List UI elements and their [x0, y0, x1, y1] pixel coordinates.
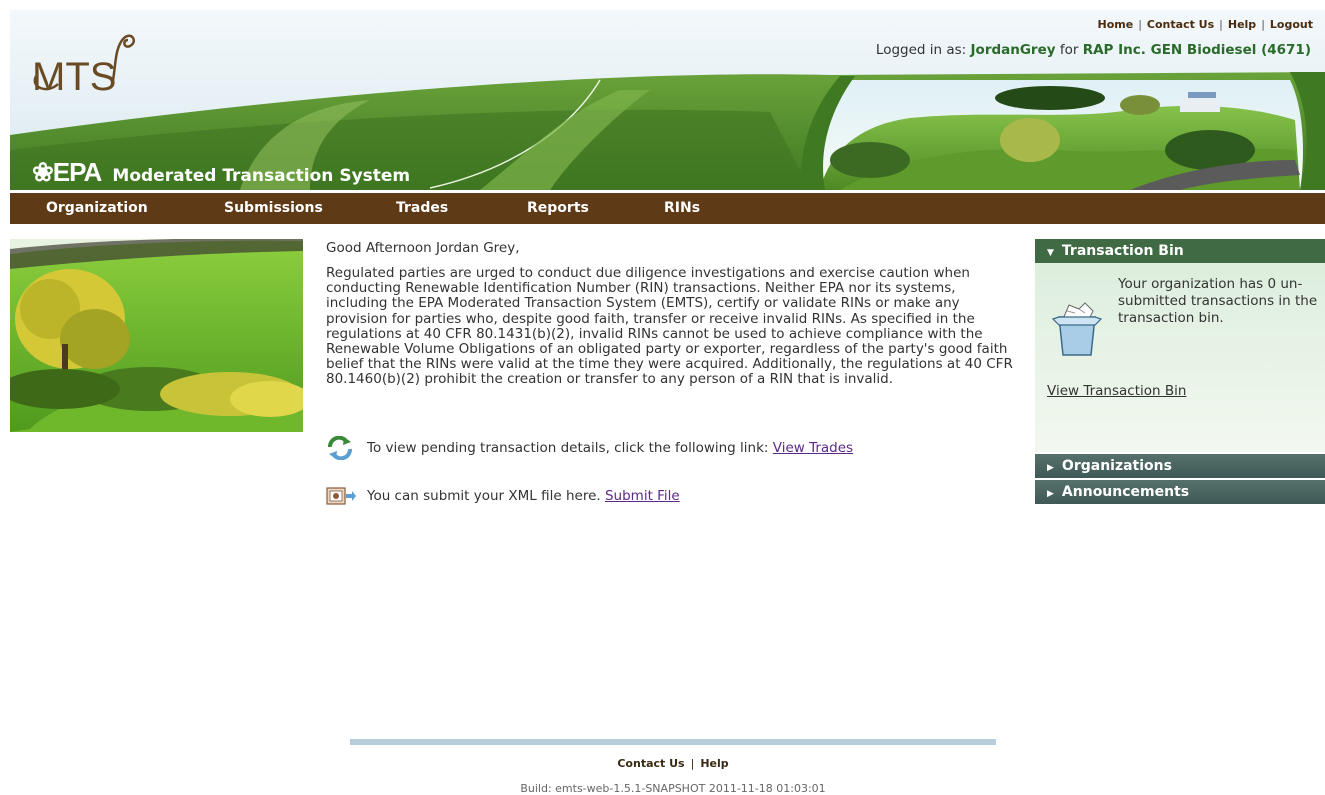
header-banner: MTS Home | Contact Us | Help | Logout Logged i…	[10, 10, 1325, 190]
mts-logo[interactable]: MTS	[28, 28, 138, 102]
organizations-header[interactable]: ▶ Organizations	[1035, 452, 1325, 478]
view-trades-link[interactable]: View Trades	[773, 440, 853, 456]
footer-contact-us-link[interactable]: Contact Us	[617, 757, 684, 770]
main-content: Good Afternoon Jordan Grey, Regulated pa…	[326, 240, 1016, 505]
view-trades-text: To view pending transaction details, cli…	[367, 440, 769, 456]
transaction-bin-message: Your organization has 0 un-submitted tra…	[1118, 276, 1318, 326]
epa-logo: ❀EPA	[32, 157, 102, 187]
separator: |	[1138, 18, 1142, 31]
view-trades-row: To view pending transaction details, cli…	[326, 436, 853, 460]
mts-logo-icon: MTS	[32, 34, 135, 99]
username: JordanGrey	[970, 42, 1056, 58]
system-name: Moderated Transaction System	[112, 166, 411, 186]
epa-system-title: ❀EPA Moderated Transaction System	[32, 157, 410, 188]
nav-reports[interactable]: Reports	[527, 193, 589, 224]
transaction-bin-title: Transaction Bin	[1061, 243, 1184, 259]
separator: |	[1261, 18, 1265, 31]
contact-us-link[interactable]: Contact Us	[1147, 18, 1214, 31]
transaction-bin-panel: Your organization has 0 un-submitted tra…	[1035, 263, 1325, 452]
triangle-down-icon: ▼	[1047, 248, 1054, 258]
refresh-icon	[326, 436, 356, 460]
bin-box-icon	[1049, 301, 1105, 363]
footer-help-link[interactable]: Help	[700, 757, 728, 770]
nav-trades[interactable]: Trades	[396, 193, 448, 224]
svg-text:MTS: MTS	[32, 55, 116, 98]
main-nav: Organization Submissions Trades Reports …	[10, 193, 1325, 224]
greeting: Good Afternoon Jordan Grey,	[326, 240, 520, 256]
for-label: for	[1059, 42, 1079, 58]
separator: |	[690, 757, 695, 770]
organizations-title: Organizations	[1061, 458, 1172, 474]
top-links: Home | Contact Us | Help | Logout	[1098, 18, 1313, 31]
organization-name: RAP Inc. GEN Biodiesel (4671)	[1082, 42, 1311, 58]
right-sidebar: ▼ Transaction Bin Your organization has 0…	[1035, 239, 1325, 504]
triangle-right-icon: ▶	[1047, 489, 1054, 499]
submit-file-row: You can submit your XML file here. Submi…	[326, 484, 680, 508]
help-link[interactable]: Help	[1228, 18, 1256, 31]
nav-submissions[interactable]: Submissions	[224, 193, 323, 224]
logout-link[interactable]: Logout	[1270, 18, 1313, 31]
nav-organization[interactable]: Organization	[46, 193, 148, 224]
announcements-title: Announcements	[1061, 484, 1190, 500]
submit-file-text: You can submit your XML file here.	[367, 488, 601, 504]
nav-rins[interactable]: RINs	[664, 193, 700, 224]
footer-links: Contact Us | Help	[350, 757, 996, 770]
triangle-right-icon: ▶	[1047, 463, 1054, 473]
build-info: Build: emts-web-1.5.1-SNAPSHOT 2011-11-1…	[520, 782, 826, 795]
separator: |	[1219, 18, 1223, 31]
rin-notice: Regulated parties are urged to conduct d…	[326, 265, 1013, 388]
view-transaction-bin-link[interactable]: View Transaction Bin	[1047, 383, 1186, 399]
landscape-photo	[10, 239, 303, 432]
logged-in-label: Logged in as:	[875, 42, 967, 58]
home-link[interactable]: Home	[1098, 18, 1134, 31]
submit-file-link[interactable]: Submit File	[605, 488, 680, 504]
transaction-bin-header[interactable]: ▼ Transaction Bin	[1035, 239, 1325, 263]
footer-divider	[350, 739, 996, 745]
announcements-header[interactable]: ▶ Announcements	[1035, 478, 1325, 504]
xml-upload-icon	[326, 484, 356, 508]
logged-in-status: Logged in as: JordanGrey for RAP Inc. GE…	[876, 42, 1311, 58]
